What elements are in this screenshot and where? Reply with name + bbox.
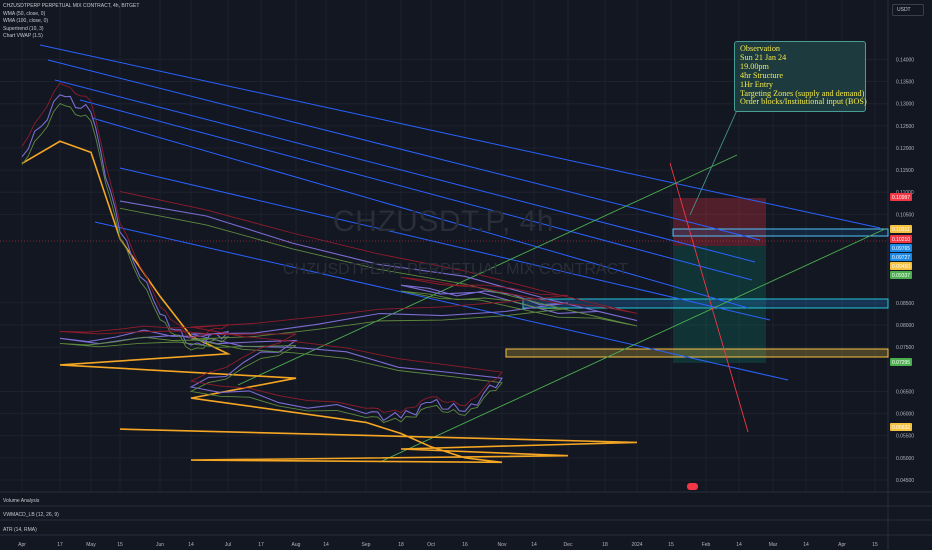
x-tick-label: Dec xyxy=(564,542,573,548)
pane-atr[interactable]: ATR (14, RMA) xyxy=(3,527,37,533)
price-badge-label: 0.09765 xyxy=(892,246,910,252)
x-tick-label: May xyxy=(86,542,96,548)
y-tick-label: 0.04500 xyxy=(896,478,914,484)
currency-button[interactable]: USDT xyxy=(892,4,924,16)
watermark-symbol: CHZUSDT.P, 4h xyxy=(333,205,555,238)
price-badge-label: 0.10311 xyxy=(892,227,910,233)
x-tick-label: 17 xyxy=(258,542,264,548)
y-tick-label: 0.07500 xyxy=(896,345,914,351)
x-tick-label: Nov xyxy=(498,542,507,548)
x-tick-label: 18 xyxy=(398,542,404,548)
price-badge-label: 0.09337 xyxy=(892,273,910,279)
y-tick-label: 0.12500 xyxy=(896,124,914,130)
x-tick-label: 2024 xyxy=(631,542,642,548)
y-tick-label: 0.13000 xyxy=(896,102,914,108)
observation-note[interactable]: Observation Sun 21 Jan 24 19.00pm 4hr St… xyxy=(734,41,867,112)
x-tick-label: Apr xyxy=(838,542,846,548)
pane-volume-analysis[interactable]: Volume Analysis xyxy=(3,498,39,504)
y-tick-label: 0.14000 xyxy=(896,57,914,63)
y-tick-label: 0.08000 xyxy=(896,323,914,329)
y-tick-label: 0.13500 xyxy=(896,80,914,86)
x-tick-label: Aug xyxy=(292,542,301,548)
x-tick-label: Jun xyxy=(156,542,164,548)
x-tick-label: 14 xyxy=(803,542,809,548)
y-tick-label: 0.05500 xyxy=(896,434,914,440)
x-tick-label: 15 xyxy=(872,542,878,548)
pane-vwmacd[interactable]: VWMACD_LB (12, 26, 9) xyxy=(3,512,59,518)
x-tick-label: 14 xyxy=(323,542,329,548)
y-tick-label: 0.08500 xyxy=(896,301,914,307)
y-tick-label: 0.10500 xyxy=(896,212,914,218)
x-tick-label: Sep xyxy=(362,542,371,548)
x-tick-label: Feb xyxy=(702,542,711,548)
x-tick-label: 14 xyxy=(188,542,194,548)
price-badge-label: 0.09450 xyxy=(892,264,910,270)
indicator-supertrend[interactable]: Supertrend (10, 3) xyxy=(3,26,139,34)
x-tick-label: 14 xyxy=(736,542,742,548)
x-tick-label: 15 xyxy=(668,542,674,548)
price-badge-label: 0.05632 xyxy=(892,425,910,431)
x-tick-label: 17 xyxy=(57,542,63,548)
y-tick-label: 0.12000 xyxy=(896,146,914,152)
symbol-title: CHZUSDTPERP PERPETUAL MIX CONTRACT, 4h, … xyxy=(3,3,140,9)
watermark-contract: CHZUSDTPERP PERPETUAL MIX CONTRACT xyxy=(283,261,628,278)
price-badge-label: 0.10997 xyxy=(892,195,910,201)
event-flag-icon xyxy=(687,483,698,490)
price-badge-label: 0.09727 xyxy=(892,255,910,261)
y-tick-label: 0.05000 xyxy=(896,456,914,462)
price-badge-label: 0.10210 xyxy=(892,237,910,243)
x-tick-label: Apr xyxy=(18,542,26,548)
observation-line: Order blocks/Institutional input (BOS) xyxy=(740,97,867,107)
indicator-wma50[interactable]: WMA (50, close, 0) xyxy=(3,11,139,19)
x-tick-label: 15 xyxy=(117,542,123,548)
y-tick-label: 0.11500 xyxy=(896,168,914,174)
demand-zone xyxy=(505,348,889,358)
price-badge-label: 0.07295 xyxy=(892,360,910,366)
indicator-vwap[interactable]: Chart VWAP (1.5) xyxy=(3,33,139,41)
y-tick-label: 0.06500 xyxy=(896,389,914,395)
entry-zone xyxy=(672,228,889,237)
supertrend-series-line xyxy=(21,82,638,414)
x-tick-label: 18 xyxy=(602,542,608,548)
indicator-wma100[interactable]: WMA (100, close, 0) xyxy=(3,18,139,26)
x-tick-label: Jul xyxy=(225,542,231,548)
x-tick-label: Mar xyxy=(769,542,778,548)
x-tick-label: Oct xyxy=(427,542,435,548)
y-tick-label: 0.06000 xyxy=(896,412,914,418)
x-tick-label: 14 xyxy=(531,542,537,548)
x-tick-label: 16 xyxy=(462,542,468,548)
indicator-legend: CHZUSDTPERP PERPETUAL MIX CONTRACT, 4h, … xyxy=(3,3,139,41)
